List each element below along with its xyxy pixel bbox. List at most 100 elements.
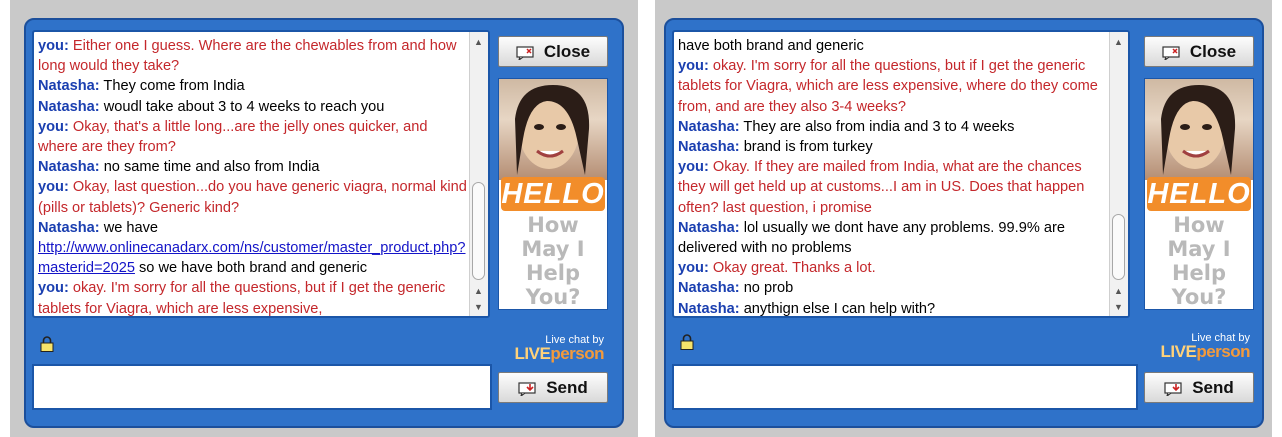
- tagline-line: May I: [1167, 237, 1231, 261]
- close-button-label: Close: [1189, 41, 1237, 61]
- tagline-line: You?: [1171, 285, 1227, 309]
- scroll-up-icon[interactable]: ▲: [1114, 37, 1123, 47]
- tagline-line: May I: [521, 237, 585, 261]
- chat-message: Natasha: They come from India: [38, 76, 468, 96]
- message-sender: Natasha:: [678, 219, 740, 236]
- message-text: They come from India: [99, 78, 245, 95]
- message-sender: you:: [38, 280, 69, 297]
- tagline-line: How: [527, 213, 579, 237]
- close-button[interactable]: Close: [1144, 36, 1254, 67]
- close-chat-icon: [1162, 45, 1180, 62]
- tagline-line: How: [1173, 213, 1225, 237]
- help-tagline: How May I Help You?: [499, 213, 607, 309]
- send-button-label: Send: [1192, 377, 1234, 397]
- chat-message: you: Okay, last question...do you have g…: [38, 177, 468, 217]
- message-sender: Natasha:: [38, 98, 100, 115]
- chat-transcript-right: have both brand and generic you: okay. I'…: [672, 30, 1130, 318]
- chat-message: have both brand and generic: [678, 36, 1108, 56]
- message-text: okay. I'm sorry for all the questions, b…: [38, 280, 446, 316]
- tagline-line: You?: [525, 285, 581, 309]
- chat-message: Natasha: lol usually we dont have any pr…: [678, 218, 1108, 258]
- message-text: so we have both brand and generic: [134, 260, 367, 277]
- chat-message: you: Okay, that's a little long...are th…: [38, 117, 468, 157]
- message-text: brand is from turkey: [739, 139, 873, 156]
- message-sender: Natasha:: [678, 300, 740, 316]
- message-text: Okay, last question...do you have generi…: [38, 179, 467, 216]
- scrollbar[interactable]: ▲ ▲ ▼: [469, 32, 488, 316]
- close-chat-icon: [516, 45, 534, 62]
- scroll-down-icon[interactable]: ▼: [1114, 302, 1123, 312]
- chat-message: Natasha: They are also from india and 3 …: [678, 117, 1108, 137]
- liveperson-branding[interactable]: Live chat by LIVEperson: [514, 334, 605, 363]
- chat-message: you: Either one I guess. Where are the c…: [38, 36, 468, 76]
- scroll-thumb[interactable]: [1112, 214, 1125, 280]
- message-input[interactable]: [32, 364, 492, 410]
- chat-window-left: you: Either one I guess. Where are the c…: [24, 18, 624, 428]
- agent-photo: [499, 79, 607, 180]
- lock-icon: [40, 336, 54, 352]
- message-text: we have: [99, 219, 159, 236]
- scroll-up-icon[interactable]: ▲: [1114, 286, 1123, 296]
- liveperson-branding[interactable]: Live chat by LIVEperson: [1160, 332, 1251, 361]
- message-list: you: Either one I guess. Where are the c…: [38, 36, 468, 316]
- message-list: have both brand and generic you: okay. I'…: [678, 36, 1108, 316]
- message-sender: you:: [678, 260, 709, 277]
- chat-message: you: okay. I'm sorry for all the questio…: [38, 278, 468, 316]
- send-icon: [1164, 381, 1182, 398]
- chat-message: Natasha: brand is from turkey: [678, 137, 1108, 157]
- message-text: okay. I'm sorry for all the questions, b…: [678, 58, 1098, 115]
- scroll-up-icon[interactable]: ▲: [474, 37, 483, 47]
- hello-banner: HELLO: [501, 177, 605, 211]
- chat-message: you: Okay. If they are mailed from India…: [678, 157, 1108, 218]
- tagline-line: Help: [525, 261, 581, 285]
- send-button[interactable]: Send: [1144, 372, 1254, 403]
- message-sender: Natasha:: [38, 159, 100, 176]
- message-text: Okay great. Thanks a lot.: [708, 260, 876, 277]
- message-sender: you:: [678, 58, 709, 75]
- message-sender: Natasha:: [678, 118, 740, 135]
- message-text: anythign else I can help with?: [739, 300, 936, 316]
- scroll-thumb[interactable]: [472, 182, 485, 280]
- send-icon: [518, 381, 536, 398]
- chat-message: Natasha: anythign else I can help with?: [678, 299, 1108, 316]
- message-sender: Natasha:: [678, 280, 740, 297]
- message-sender: Natasha:: [38, 219, 100, 236]
- message-text: They are also from india and 3 to 4 week…: [739, 118, 1015, 135]
- lock-icon: [680, 334, 694, 350]
- message-sender: Natasha:: [678, 139, 740, 156]
- message-sender: you:: [38, 38, 69, 54]
- send-button[interactable]: Send: [498, 372, 608, 403]
- chat-message: Natasha: no same time and also from Indi…: [38, 157, 468, 177]
- message-text: Okay, that's a little long...are the jel…: [38, 118, 428, 156]
- message-text: Either one I guess. Where are the chewab…: [38, 38, 457, 75]
- chat-message: Natasha: woudl take about 3 to 4 weeks t…: [38, 97, 468, 117]
- agent-advert: HELLO How May I Help You?: [498, 78, 608, 310]
- message-text: woudl take about 3 to 4 weeks to reach y…: [99, 98, 385, 115]
- close-button-label: Close: [543, 41, 591, 61]
- message-input[interactable]: [672, 364, 1138, 410]
- send-button-label: Send: [546, 377, 588, 397]
- hello-banner: HELLO: [1147, 177, 1251, 211]
- chat-message: Natasha: we have http://www.onlinecanada…: [38, 218, 468, 279]
- chat-transcript-left: you: Either one I guess. Where are the c…: [32, 30, 490, 318]
- agent-advert: HELLO How May I Help You?: [1144, 78, 1254, 310]
- close-button[interactable]: Close: [498, 36, 608, 67]
- tagline-line: Help: [1171, 261, 1227, 285]
- liveperson-logo: LIVEperson: [514, 344, 605, 363]
- help-tagline: How May I Help You?: [1145, 213, 1253, 309]
- scroll-down-icon[interactable]: ▼: [474, 302, 483, 312]
- message-sender: you:: [38, 118, 69, 135]
- scrollbar[interactable]: ▲ ▲ ▼: [1109, 32, 1128, 316]
- chat-window-right: have both brand and generic you: okay. I'…: [664, 18, 1264, 428]
- chat-message: Natasha: no prob: [678, 278, 1108, 298]
- message-sender: Natasha:: [38, 78, 100, 95]
- message-text: Okay. If they are mailed from India, wha…: [678, 159, 1085, 216]
- message-sender: you:: [38, 179, 69, 196]
- message-sender: you:: [678, 159, 709, 176]
- chat-message: you: okay. I'm sorry for all the questio…: [678, 56, 1108, 117]
- message-text: no prob: [739, 280, 794, 297]
- message-text: no same time and also from India: [99, 159, 320, 176]
- chat-message: you: Okay great. Thanks a lot.: [678, 258, 1108, 278]
- liveperson-logo: LIVEperson: [1160, 342, 1251, 361]
- scroll-up-icon[interactable]: ▲: [474, 286, 483, 296]
